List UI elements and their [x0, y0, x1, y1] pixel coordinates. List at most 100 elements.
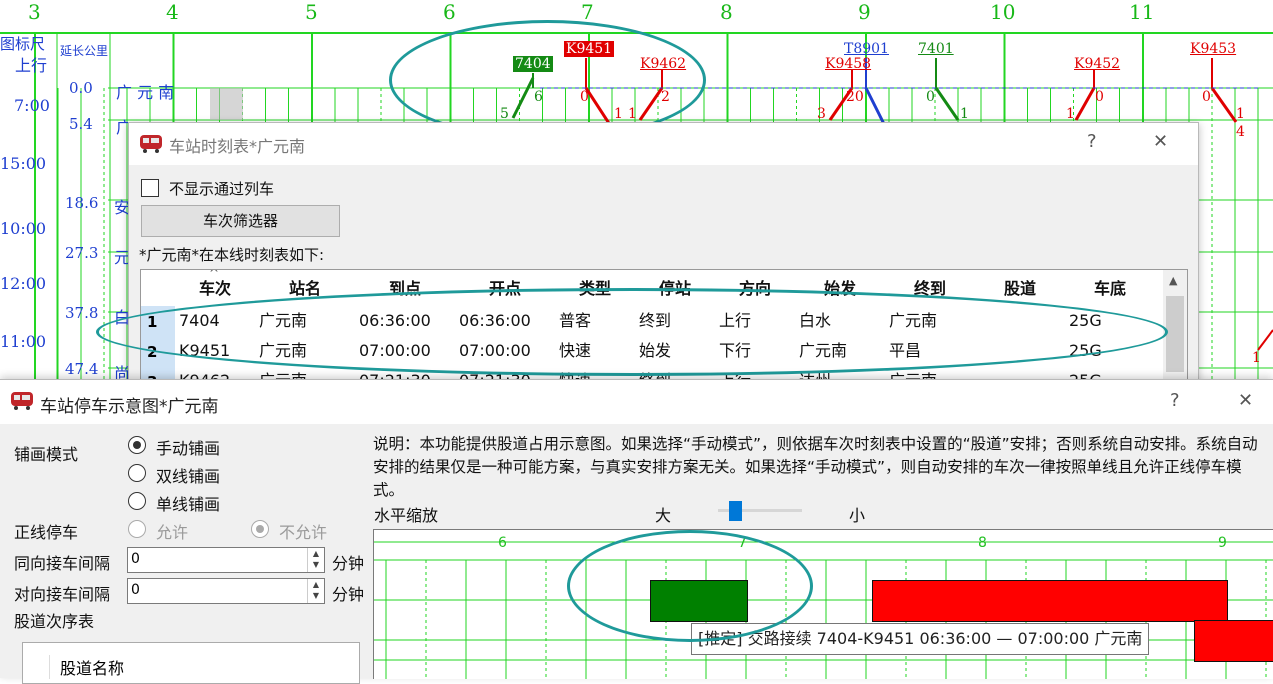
hour-label-10: 10: [990, 0, 1016, 24]
diagram-hour-8: 8: [978, 535, 987, 551]
help-button[interactable]: ?: [1087, 131, 1097, 152]
opp-dir-unit: 分钟: [332, 585, 365, 604]
train-filter-button[interactable]: 车次筛选器: [141, 205, 340, 237]
track-name-header[interactable]: 股道名称: [49, 655, 170, 679]
minute-mark: 0: [580, 89, 589, 105]
minute-mark: 0: [1202, 89, 1211, 105]
column-header[interactable]: 开点: [455, 274, 555, 304]
minute-mark: 1: [628, 106, 637, 122]
spin-arrows-icon[interactable]: ▲ ▼: [307, 548, 324, 572]
column-header[interactable]: 车次: [175, 274, 255, 304]
track-order-list[interactable]: 股道名称: [22, 642, 360, 684]
same-dir-interval-input[interactable]: 0 ▲ ▼: [127, 547, 325, 573]
row-number: 2: [141, 336, 175, 366]
scroll-thumb[interactable]: [1166, 296, 1184, 372]
occupancy-block-7404[interactable]: [650, 580, 748, 622]
close-button[interactable]: ✕: [1153, 131, 1168, 152]
train-tag-t8901[interactable]: T8901: [842, 41, 891, 57]
minute-mark: 3: [817, 106, 826, 122]
column-header[interactable]: 站名: [255, 274, 355, 304]
cell-stock: 25G: [1069, 311, 1102, 330]
cell-terminal: 平昌: [889, 341, 922, 360]
table-header-row: 车次 站名 到点 开点 类型 停站 方向 始发 终到 股道 车底: [141, 274, 1161, 304]
mode-double-radio[interactable]: [128, 464, 146, 482]
zoom-large-label: 大: [655, 506, 672, 525]
row-km: 47.4: [65, 360, 99, 378]
spin-arrows-icon[interactable]: ▲ ▼: [307, 579, 324, 603]
train-tag-k9458[interactable]: K9458: [823, 56, 873, 72]
minute-mark: 0: [1095, 89, 1104, 105]
mode-manual-label[interactable]: 手动铺画: [156, 435, 220, 459]
ruler-header: 图标尺: [0, 35, 46, 53]
hide-pass-checkbox[interactable]: [141, 179, 159, 197]
row-km: 5.4: [69, 115, 93, 133]
row-number: 1: [141, 306, 175, 336]
table-row[interactable]: 2 K9451 广元南 07:00:00 07:00:00 快速 始发 下行 广…: [141, 336, 1161, 366]
column-header[interactable]: 车底: [1065, 274, 1155, 304]
cell-type: 快速: [559, 341, 592, 360]
train-tag-7404[interactable]: 7404: [513, 56, 553, 72]
scroll-up-icon[interactable]: ▲: [1169, 274, 1177, 287]
row-station: 广 元 南: [116, 83, 175, 102]
column-header[interactable]: 股道: [975, 274, 1065, 304]
cell-station: 广元南: [259, 341, 308, 360]
allow-radio[interactable]: [128, 520, 146, 538]
diagram-hour-7: 7: [738, 535, 747, 551]
opp-dir-interval-value: 0: [131, 582, 140, 598]
train-tag-7401[interactable]: 7401: [916, 41, 956, 57]
row-time: 10:00: [0, 219, 47, 238]
cell-train: 7404: [179, 311, 220, 330]
train-tag-k9462[interactable]: K9462: [638, 56, 688, 72]
stop-diagram-dialog: 车站停车示意图*广元南 ? ✕ 铺画模式 手动铺画 双线铺画 单线铺画 正线停车…: [0, 379, 1273, 684]
mode-manual-radio[interactable]: [128, 436, 146, 454]
hour-label-6: 6: [443, 0, 456, 24]
cell-direction: 上行: [719, 311, 752, 330]
cell-stock: 25G: [1069, 341, 1102, 360]
zoom-label: 水平缩放: [374, 506, 439, 525]
disallow-label[interactable]: 不允许: [279, 519, 327, 543]
opp-dir-interval-input[interactable]: 0 ▲ ▼: [127, 578, 325, 604]
cell-arrive: 07:00:00: [359, 341, 431, 360]
column-header[interactable]: 始发: [795, 274, 885, 304]
mode-single-label[interactable]: 单线铺画: [156, 491, 220, 515]
zoom-slider-thumb[interactable]: [729, 501, 742, 521]
table-row[interactable]: 1 7404 广元南 06:36:00 06:36:00 普客 终到 上行 白水…: [141, 306, 1161, 336]
grid-line: [1074, 87, 1096, 121]
stop-diagram-titlebar[interactable]: 车站停车示意图*广元南 ? ✕: [0, 380, 1273, 424]
column-header[interactable]: 终到: [885, 274, 975, 304]
train-tag-k9451[interactable]: K9451: [564, 41, 615, 57]
same-dir-interval-value: 0: [131, 551, 140, 567]
timetable-titlebar[interactable]: 车站时刻表*广元南 ? ✕: [129, 123, 1198, 165]
mode-double-label[interactable]: 双线铺画: [156, 463, 220, 487]
minute-mark: 6: [534, 89, 543, 105]
row-time: 11:00: [0, 332, 47, 351]
hour-label-8: 8: [720, 0, 733, 24]
table-scrollbar[interactable]: ▲: [1163, 270, 1187, 380]
help-button[interactable]: ?: [1170, 390, 1180, 411]
mode-single-radio[interactable]: [128, 492, 146, 510]
column-header[interactable]: 停站: [635, 274, 715, 304]
track-occupancy-diagram[interactable]: 6 7 8 9: [373, 529, 1273, 679]
close-button[interactable]: ✕: [1238, 390, 1253, 411]
hour-label-7: 7: [581, 0, 594, 24]
minute-mark: 0: [926, 89, 935, 105]
same-dir-interval-label: 同向接车间隔: [14, 554, 111, 573]
allow-label[interactable]: 允许: [156, 519, 188, 543]
hour-label-5: 5: [305, 0, 318, 24]
column-header[interactable]: 到点: [355, 274, 455, 304]
train-tag-k9452[interactable]: K9452: [1072, 56, 1122, 72]
grid-line: [511, 77, 535, 119]
train-app-icon: [11, 392, 33, 410]
cell-type: 普客: [559, 311, 592, 330]
train-tag-k9453[interactable]: K9453: [1188, 41, 1238, 57]
row-time: 7:00: [14, 96, 50, 115]
occupancy-block-k9451[interactable]: [872, 580, 1228, 622]
minute-mark: 20: [846, 89, 864, 105]
column-header[interactable]: 类型: [555, 274, 635, 304]
row-km: 27.3: [65, 244, 99, 262]
occupancy-block-k9462[interactable]: [1194, 620, 1273, 662]
disallow-radio[interactable]: [251, 520, 269, 538]
hatched-block: [210, 88, 243, 120]
column-header[interactable]: 方向: [715, 274, 795, 304]
cell-depart: 06:36:00: [459, 311, 531, 330]
